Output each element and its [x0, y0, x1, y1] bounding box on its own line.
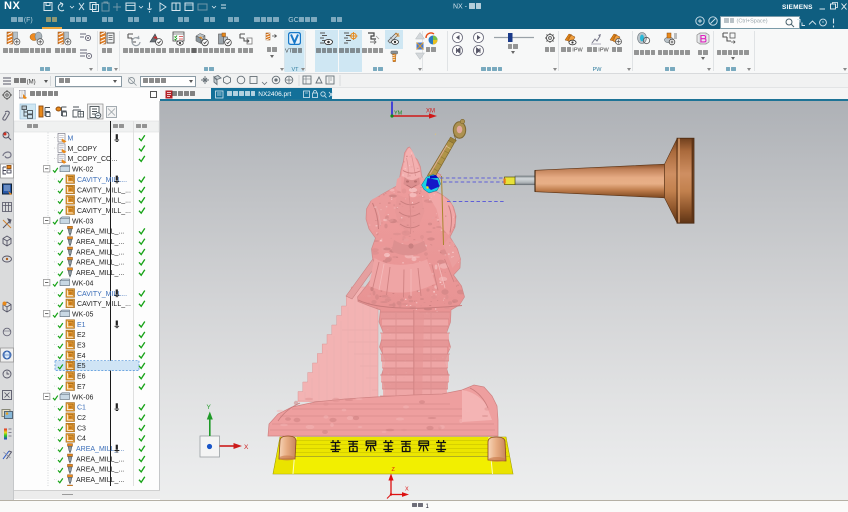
svg-text:CAVITY_MILL...: CAVITY_MILL... [77, 291, 127, 298]
svg-text:AREA_MILL_...: AREA_MILL_... [76, 229, 124, 236]
svg-text:M_COPY: M_COPY [68, 146, 98, 153]
svg-text:WK-02: WK-02 [72, 167, 94, 174]
svg-text:WK-05: WK-05 [72, 311, 94, 318]
svg-text:AREA_MILL_...: AREA_MILL_... [76, 467, 124, 474]
svg-text:M: M [68, 136, 74, 143]
svg-text:X: X [405, 487, 409, 493]
svg-text:AREA_MILL_...: AREA_MILL_... [76, 270, 124, 277]
svg-text:E1: E1 [77, 322, 86, 329]
svg-text:AREA_MILL_...: AREA_MILL_... [76, 260, 124, 267]
svg-text:AREA_MILL_...: AREA_MILL_... [76, 456, 124, 463]
svg-text:C2: C2 [77, 415, 86, 422]
svg-text:CAVITY_MILL_...: CAVITY_MILL_... [77, 208, 131, 215]
svg-text:C1: C1 [77, 405, 86, 412]
svg-text:AREA_MILL_...: AREA_MILL_... [76, 239, 124, 246]
svg-text:E7: E7 [77, 384, 86, 391]
svg-text:CAVITY_MILL_...: CAVITY_MILL_... [77, 187, 131, 194]
svg-text:X: X [244, 444, 249, 451]
svg-text:AREA_MILL_...: AREA_MILL_... [76, 249, 124, 256]
svg-text:WK-03: WK-03 [72, 218, 94, 225]
svg-text:M_COPY_CO...: M_COPY_CO... [68, 156, 118, 163]
svg-text:C3: C3 [77, 425, 86, 432]
svg-text:C4: C4 [77, 436, 86, 443]
svg-text:AREA_MILL_...: AREA_MILL_... [76, 477, 124, 484]
svg-text:E4: E4 [77, 353, 86, 360]
svg-text:CAVITY_MILL...: CAVITY_MILL... [77, 177, 127, 184]
svg-text:Y: Y [207, 404, 212, 411]
svg-text:CAVITY_MILL_...: CAVITY_MILL_... [77, 198, 131, 205]
svg-text:E3: E3 [77, 343, 86, 350]
svg-text:E6: E6 [77, 374, 86, 381]
svg-text:E5: E5 [77, 363, 86, 370]
svg-text:WK-04: WK-04 [72, 280, 94, 287]
svg-text:CAVITY_MILL_...: CAVITY_MILL_... [77, 301, 131, 308]
svg-text:WK-06: WK-06 [72, 394, 94, 401]
svg-text:YM: YM [394, 111, 403, 117]
svg-text:E2: E2 [77, 332, 86, 339]
svg-text:XM: XM [426, 109, 435, 115]
